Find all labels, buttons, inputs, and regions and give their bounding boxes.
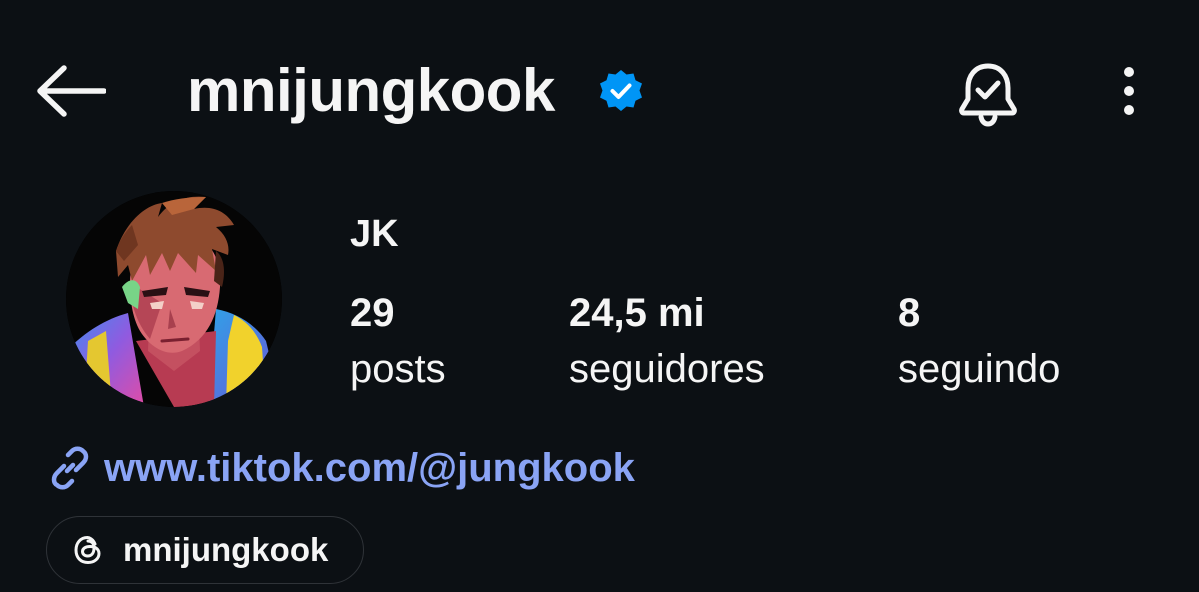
stat-following[interactable]: 8 seguindo [898, 290, 1060, 392]
profile-header: mnijungkook [0, 0, 1199, 184]
stat-followers[interactable]: 24,5 mi seguidores [569, 290, 765, 392]
following-label: seguindo [898, 347, 1061, 391]
verified-badge-icon [600, 70, 642, 111]
followers-label: seguidores [569, 347, 765, 391]
link-icon [46, 444, 94, 492]
arrow-left-icon [37, 65, 106, 117]
bio-link-text: www.tiktok.com/@jungkook [104, 446, 635, 490]
threads-icon [71, 533, 105, 567]
profile-username: mnijungkook [187, 57, 555, 124]
stat-posts[interactable]: 29 posts [350, 290, 446, 392]
cartoon-avatar [66, 191, 282, 407]
profile-avatar[interactable] [66, 191, 282, 407]
threads-profile-button[interactable]: mnijungkook [46, 516, 364, 584]
bell-check-icon [959, 63, 1017, 127]
posts-label: posts [350, 347, 446, 391]
followers-count: 24,5 mi [569, 291, 705, 335]
posts-count: 29 [350, 291, 395, 335]
vertical-dots-icon [1124, 67, 1134, 115]
following-count: 8 [898, 291, 921, 335]
more-options-button[interactable] [1106, 58, 1152, 124]
profile-display-name: JK [350, 213, 399, 255]
back-button[interactable] [30, 58, 110, 124]
notifications-bell-button[interactable] [952, 58, 1024, 130]
threads-handle: mnijungkook [123, 531, 329, 568]
bio-link[interactable]: www.tiktok.com/@jungkook [46, 442, 635, 494]
